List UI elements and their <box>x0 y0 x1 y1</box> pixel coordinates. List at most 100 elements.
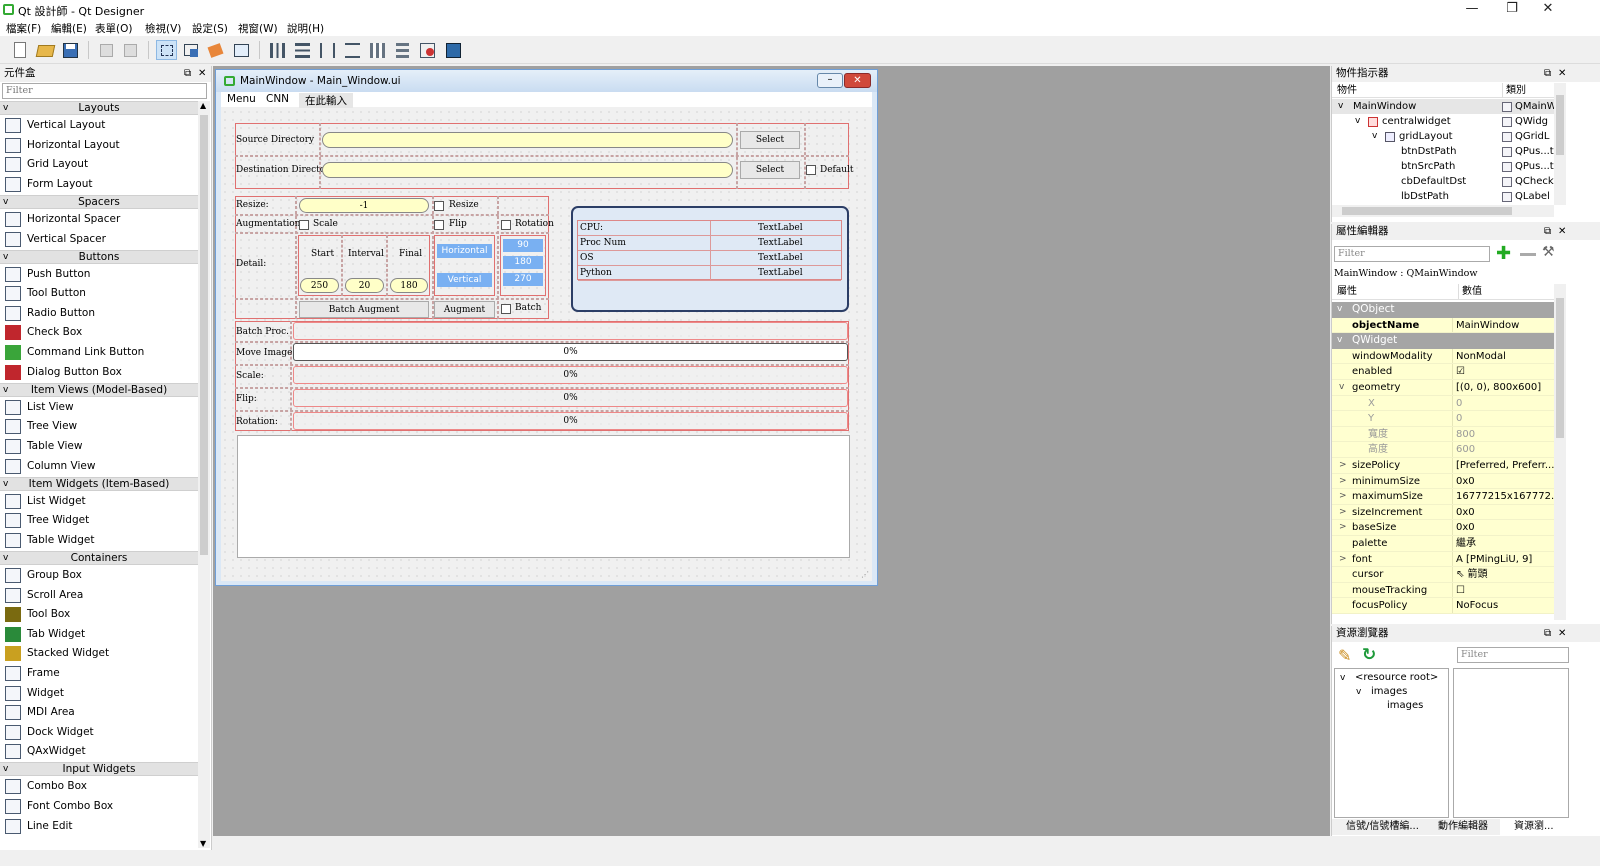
chevron-down-icon[interactable]: v <box>1340 671 1345 685</box>
widget-dialog-button-box[interactable]: Dialog Button Box <box>0 363 198 382</box>
break-layout-icon[interactable] <box>417 40 438 60</box>
select-source-button[interactable]: Select <box>740 131 800 149</box>
widget-tab-widget[interactable]: Tab Widget <box>0 625 198 644</box>
property-cursor[interactable]: cursor ⇖ 箭頭 <box>1332 567 1554 583</box>
property-basesize[interactable]: > baseSize 0x0 <box>1332 520 1554 536</box>
category-input-widgets[interactable]: v Input Widgets <box>0 762 198 777</box>
remove-property-icon[interactable] <box>1520 253 1536 256</box>
float-icon[interactable]: ⧉ <box>1544 626 1551 641</box>
layout-vertical-icon[interactable] <box>292 40 313 60</box>
widget-stacked-widget[interactable]: Stacked Widget <box>0 644 198 663</box>
resource-node[interactable]: images <box>1335 699 1448 713</box>
widget-vertical-spacer[interactable]: Vertical Spacer <box>0 230 198 249</box>
rotate-180-radio[interactable]: 180 <box>503 256 543 269</box>
property-[interactable]: 高度 600 <box>1332 442 1554 458</box>
form-minimize-button[interactable]: – <box>817 73 843 88</box>
object-row-lbdstpath[interactable]: lbDstPath QLabel <box>1332 189 1554 204</box>
augment-button[interactable]: Augment <box>434 301 495 318</box>
widget-horizontal-spacer[interactable]: Horizontal Spacer <box>0 210 198 229</box>
widget-check-box[interactable]: Check Box <box>0 323 198 342</box>
resize-grip-icon[interactable]: ⋰ <box>861 570 869 579</box>
menu-view[interactable]: 檢視(V) <box>145 21 181 36</box>
category-spacers[interactable]: v Spacers <box>0 194 198 209</box>
widget-combo-box[interactable]: Combo Box <box>0 777 198 796</box>
property-value[interactable]: 0 <box>1456 396 1554 411</box>
close-icon[interactable]: ✕ <box>198 66 206 81</box>
object-row-gridlayout[interactable]: v gridLayout QGridL <box>1332 129 1554 144</box>
widget-vertical-layout[interactable]: Vertical Layout <box>0 116 198 135</box>
chevron-right-icon[interactable]: > <box>1339 458 1347 473</box>
property-vscrollbar[interactable] <box>1554 284 1566 620</box>
property-value[interactable]: 繼承 <box>1456 536 1554 551</box>
rotate-270-radio[interactable]: 270 <box>503 273 543 286</box>
property-value[interactable]: 600 <box>1456 442 1554 457</box>
widget-line-edit[interactable]: Line Edit <box>0 817 198 836</box>
property-value[interactable]: ☑ <box>1456 364 1554 379</box>
float-icon[interactable]: ⧉ <box>1544 224 1551 239</box>
category-item-widgets-item-based[interactable]: v Item Widgets (Item-Based) <box>0 476 198 491</box>
close-icon[interactable]: ✕ <box>1558 224 1566 239</box>
minimize-button[interactable]: — <box>1452 0 1492 20</box>
select-destination-button[interactable]: Select <box>740 161 800 179</box>
flip-checkbox[interactable] <box>434 220 444 230</box>
bring-to-front-icon[interactable] <box>120 40 141 60</box>
add-dynamic-property-icon[interactable]: ✚ <box>1496 244 1511 264</box>
property-value[interactable]: 800 <box>1456 427 1554 442</box>
maximize-button[interactable]: ❐ <box>1492 0 1532 20</box>
column-object[interactable]: 物件 <box>1337 83 1357 98</box>
widget-filter-input[interactable]: Filter <box>2 83 207 99</box>
property-value[interactable]: MainWindow <box>1456 318 1554 333</box>
property-group-qobject[interactable]: v QObject <box>1332 302 1554 318</box>
horizontal-radio[interactable]: Horizontal <box>437 244 492 258</box>
property-windowmodality[interactable]: windowModality NonModal <box>1332 348 1554 365</box>
layout-form-icon[interactable] <box>392 40 413 60</box>
property-geometry[interactable]: v geometry [(0, 0), 800x600] <box>1332 380 1554 396</box>
object-row-mainwindow[interactable]: v MainWindow QMainWind <box>1332 99 1555 114</box>
widget-list-widget[interactable]: List Widget <box>0 492 198 511</box>
menu-help[interactable]: 說明(H) <box>287 21 324 36</box>
reload-icon[interactable]: ↻ <box>1362 645 1376 665</box>
float-icon[interactable]: ⧉ <box>1544 66 1551 81</box>
widget-list-scrollbar[interactable]: ▲ ▼ <box>198 101 210 848</box>
layout-h-splitter-icon[interactable] <box>317 40 338 60</box>
adjust-size-icon[interactable] <box>443 40 464 60</box>
category-buttons[interactable]: v Buttons <box>0 249 198 264</box>
resize-input[interactable]: -1 <box>299 198 429 213</box>
column-class[interactable]: 類別 <box>1502 83 1526 98</box>
property-x[interactable]: X0 <box>1332 395 1554 412</box>
property-group-qwidget[interactable]: v QWidget <box>1332 333 1554 349</box>
property-mousetracking[interactable]: mouseTracking ☐ <box>1332 582 1554 599</box>
widget-table-widget[interactable]: Table Widget <box>0 531 198 550</box>
widget-command-link-button[interactable]: Command Link Button <box>0 343 198 362</box>
property-[interactable]: 寬度 800 <box>1332 426 1554 443</box>
chevron-down-icon[interactable]: v <box>1356 685 1361 699</box>
open-folder-icon[interactable] <box>35 40 56 60</box>
property-maximumsize[interactable]: > maximumSize 16777215x167772... <box>1332 489 1554 505</box>
destination-directory-input[interactable] <box>322 162 733 178</box>
menu-file[interactable]: 檔案(F) <box>6 21 41 36</box>
property-value[interactable]: 0 <box>1456 411 1554 426</box>
float-icon[interactable]: ⧉ <box>184 66 191 81</box>
property-value[interactable]: ☐ <box>1456 583 1554 598</box>
chevron-down-icon[interactable]: v <box>1337 333 1342 348</box>
chevron-right-icon[interactable]: > <box>1339 474 1347 489</box>
new-file-icon[interactable] <box>10 40 31 60</box>
property-font[interactable]: > font A [PMingLiU, 9] <box>1332 551 1554 568</box>
menu-window[interactable]: 視窗(W) <box>238 21 278 36</box>
tab-signal-slot-editor[interactable]: 信號/信號槽編... <box>1346 819 1419 834</box>
send-to-back-icon[interactable] <box>96 40 117 60</box>
property-value[interactable]: NoFocus <box>1456 598 1554 613</box>
property-value[interactable]: A [PMingLiU, 9] <box>1456 552 1554 567</box>
form-menu-menu[interactable]: Menu <box>227 93 256 105</box>
property-value[interactable]: 0x0 <box>1456 520 1554 535</box>
rotation-checkbox[interactable] <box>501 220 511 230</box>
column-value[interactable]: 數值 <box>1458 284 1482 299</box>
widget-tree-widget[interactable]: Tree Widget <box>0 511 198 530</box>
log-text-area[interactable] <box>237 435 850 558</box>
property-value[interactable]: NonModal <box>1456 349 1554 364</box>
close-icon[interactable]: ✕ <box>1558 626 1566 641</box>
property-value[interactable]: 0x0 <box>1456 474 1554 489</box>
chevron-down-icon[interactable]: v <box>1339 380 1344 395</box>
close-button[interactable]: ✕ <box>1528 0 1568 20</box>
chevron-down-icon[interactable]: v <box>1337 302 1342 317</box>
